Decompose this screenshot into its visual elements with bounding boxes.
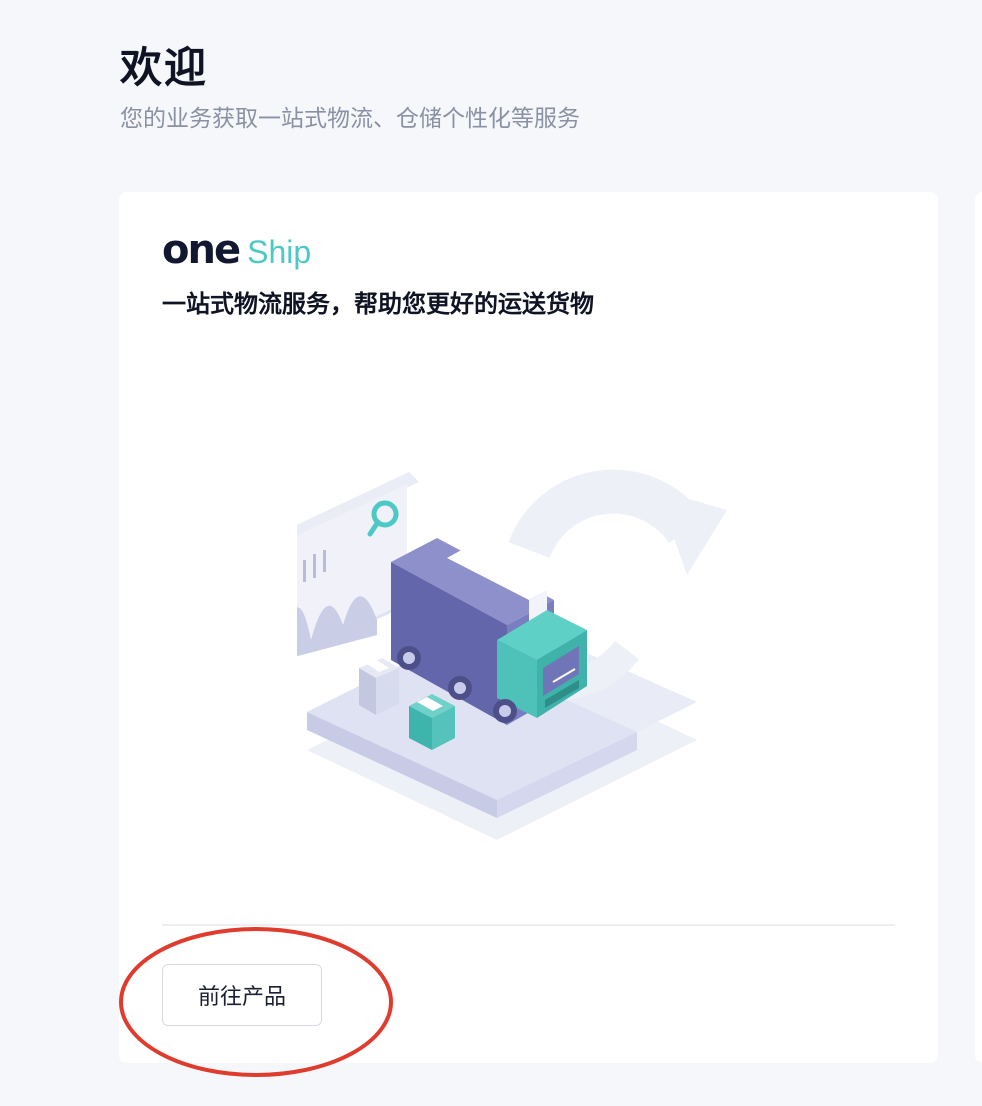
logo-ship-text: Ship bbox=[247, 234, 312, 270]
page-subtitle: 您的业务获取一站式物流、仓储个性化等服务 bbox=[120, 106, 580, 132]
card-divider bbox=[162, 924, 895, 926]
product-card: one Ship 一站式物流服务，帮助您更好的运送货物 前往产品 bbox=[119, 192, 938, 1063]
page-title: 欢迎 bbox=[120, 43, 209, 92]
logo-one-text: one bbox=[162, 227, 241, 273]
card-tagline: 一站式物流服务，帮助您更好的运送货物 bbox=[162, 290, 594, 318]
next-card-peek bbox=[975, 192, 982, 1063]
delivery-truck-illustration bbox=[297, 469, 727, 840]
go-to-product-button[interactable]: 前往产品 bbox=[162, 964, 322, 1026]
oneship-logo: one Ship bbox=[162, 228, 311, 270]
